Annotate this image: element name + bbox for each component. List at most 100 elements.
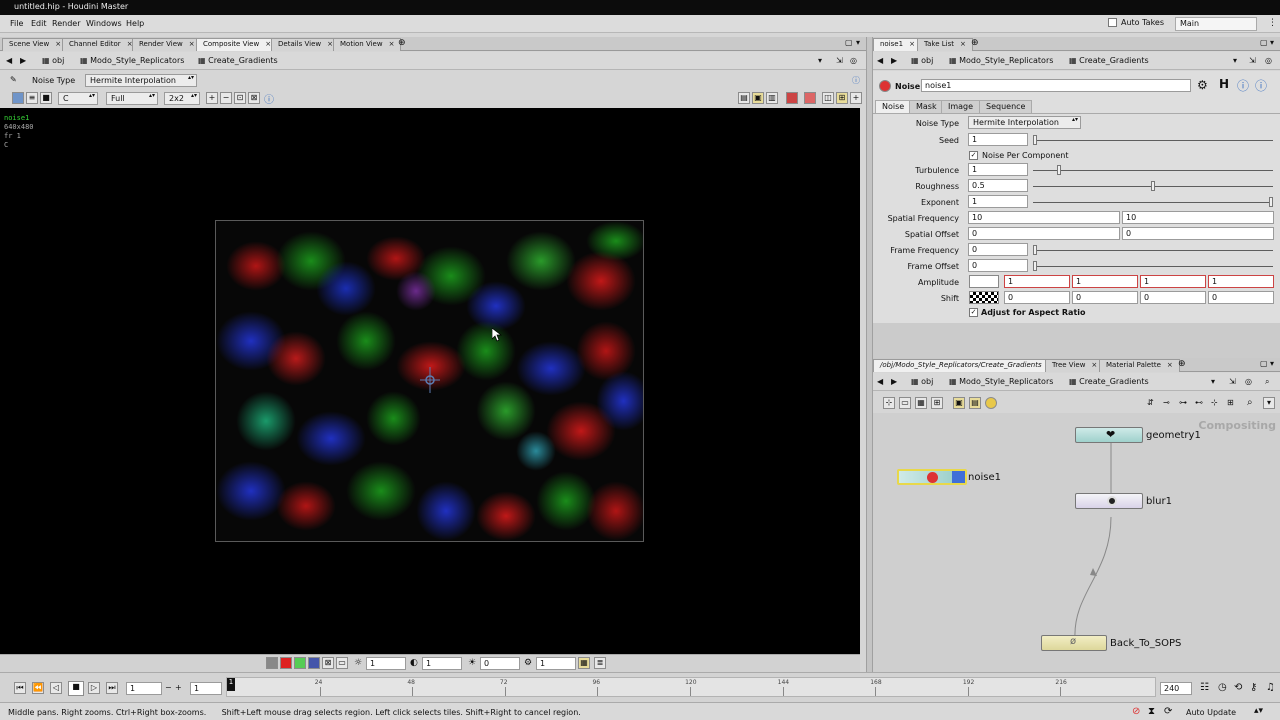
amplitude-color-swatch[interactable]	[969, 275, 999, 288]
obj-crumb[interactable]: ▦ obj	[42, 56, 64, 65]
tab-render-view[interactable]: Render View ×	[132, 38, 202, 51]
palette-icon[interactable]	[985, 397, 997, 409]
layout-icon[interactable]: ▤	[738, 92, 750, 104]
frame-decrement-icon[interactable]: −	[165, 683, 172, 692]
tab-details-view[interactable]: Details View ×	[271, 38, 340, 51]
handle-tool-icon[interactable]: ✎	[10, 75, 17, 84]
shift-r-field[interactable]: 0	[1004, 291, 1070, 304]
frame-offset-field[interactable]: 0	[968, 259, 1028, 272]
adjust-aspect-checkbox[interactable]: ✓	[969, 308, 978, 317]
realtime-icon[interactable]: ◷	[1218, 682, 1227, 693]
pin-icon[interactable]: ⇲	[1229, 377, 1236, 386]
pane-menu-icon[interactable]: ▾	[1270, 359, 1274, 368]
crumb-create-gradients[interactable]: ▦ Create_Gradients	[198, 56, 278, 65]
menu-help[interactable]: Help	[126, 19, 144, 28]
timeline-options-icon[interactable]: ☷	[1200, 682, 1209, 693]
auto-takes-checkbox[interactable]	[1108, 18, 1117, 27]
layout-icon[interactable]: ⇵	[1147, 398, 1154, 407]
path-dropdown-icon[interactable]: ▾	[1211, 377, 1215, 386]
pane-divider[interactable]	[866, 37, 873, 674]
amplitude-b-field[interactable]: 1	[1140, 275, 1206, 288]
grid-snap-icon[interactable]: ⊞	[1227, 398, 1234, 407]
select-tool-icon[interactable]	[12, 92, 24, 104]
connect-icon[interactable]: ⊸	[1163, 398, 1170, 407]
noise-type-dropdown[interactable]: Hermite Interpolation	[85, 74, 197, 87]
menu-file[interactable]: File	[10, 19, 23, 28]
tree-icon[interactable]: ⊶	[1179, 398, 1187, 407]
mode-icon[interactable]: ▣	[752, 92, 764, 104]
branch-icon[interactable]: ⊷	[1195, 398, 1203, 407]
update-mode-icon[interactable]: ▴▾	[1254, 706, 1263, 716]
path-dropdown-icon[interactable]: ▾	[1233, 56, 1237, 65]
crumb-replicators[interactable]: ▦ Modo_Style_Replicators	[949, 56, 1053, 65]
resolution-dropdown[interactable]: Full	[106, 92, 158, 105]
list-mode-icon[interactable]: ▭	[899, 397, 911, 409]
tile-dropdown[interactable]: 2x2	[164, 92, 200, 105]
zoom-fit-icon[interactable]: ⊡	[234, 92, 246, 104]
display-options-icon[interactable]: ≣	[594, 657, 606, 669]
noise1-node[interactable]	[897, 469, 967, 485]
amplitude-g-field[interactable]: 1	[1072, 275, 1138, 288]
shift-color-swatch[interactable]	[969, 291, 999, 304]
close-icon[interactable]: ×	[1091, 361, 1097, 369]
menu-edit[interactable]: Edit	[31, 19, 47, 28]
merge-icon[interactable]: ⊹	[1211, 398, 1218, 407]
crosshair-icon[interactable]	[420, 365, 440, 395]
tile-mode-icon[interactable]: ▦	[915, 397, 927, 409]
forward-arrow-icon[interactable]: ▶	[891, 56, 897, 65]
close-icon[interactable]: ×	[1167, 361, 1173, 369]
keys-icon[interactable]: ⚷	[1250, 682, 1257, 693]
subtab-sequence[interactable]: Sequence	[979, 100, 1033, 113]
noise-type-menu[interactable]: Hermite Interpolation	[968, 116, 1081, 129]
gamma-field[interactable]: 1	[422, 657, 462, 670]
help-icon[interactable]: ⓘ	[852, 75, 860, 86]
tab-motion-view[interactable]: Motion View ×	[333, 38, 402, 51]
crop-icon[interactable]: ⊠	[248, 92, 260, 104]
display-icon[interactable]: ■	[40, 92, 52, 104]
pane-menu-icon[interactable]: ▾	[856, 38, 860, 47]
tab-material-palette[interactable]: Material Palette ×	[1099, 359, 1180, 372]
blur1-node[interactable]	[1075, 493, 1143, 509]
histogram-icon[interactable]: ▦	[578, 657, 590, 669]
shift-a-field[interactable]: 0	[1208, 291, 1274, 304]
zoom-out-icon[interactable]: −	[220, 92, 232, 104]
spatial-offset-y-field[interactable]: 0	[1122, 227, 1274, 240]
search-icon[interactable]: ⌕	[1265, 377, 1269, 387]
zoom-in-icon[interactable]: +	[206, 92, 218, 104]
play-reverse-icon[interactable]: ◁	[50, 682, 62, 694]
exposure-field[interactable]: 1	[536, 657, 576, 670]
subtab-image[interactable]: Image	[941, 100, 981, 113]
exponent-slider-knob[interactable]	[1269, 197, 1273, 207]
path-dropdown-icon[interactable]: ▾	[818, 56, 822, 65]
crumb-create-gradients[interactable]: ▦ Create_Gradients	[1069, 56, 1149, 65]
seed-slider[interactable]	[1033, 140, 1273, 141]
red-channel-icon[interactable]	[280, 657, 292, 669]
pane-menu-icon[interactable]: ▾	[1270, 38, 1274, 47]
add-tab-icon[interactable]: ⊕	[1178, 359, 1186, 369]
link-icon[interactable]: ◎	[850, 56, 857, 65]
spatial-offset-x-field[interactable]: 0	[968, 227, 1120, 240]
houdini-h-icon[interactable]: H	[1219, 77, 1229, 91]
seed-field[interactable]: 1	[968, 133, 1028, 146]
add-tab-icon[interactable]: ⊕	[398, 38, 406, 48]
crumb-replicators[interactable]: ▦ Modo_Style_Replicators	[80, 56, 184, 65]
horizontal-divider[interactable]	[873, 323, 1280, 358]
turbulence-slider-knob[interactable]	[1056, 165, 1061, 175]
green-channel-icon[interactable]	[294, 657, 306, 669]
geometry1-node[interactable]: ❤	[1075, 427, 1143, 443]
maximize-icon[interactable]: ▢	[845, 38, 853, 47]
network-menu-icon[interactable]: ▾	[1263, 397, 1275, 409]
play-icon[interactable]: ▷	[88, 682, 100, 694]
end-frame-field[interactable]: 240	[1160, 682, 1192, 695]
thumbnail-icon[interactable]: ▣	[953, 397, 965, 409]
gear-icon[interactable]: ⚙	[1197, 78, 1208, 92]
split-icon[interactable]: ▥	[766, 92, 778, 104]
tab-tree-view[interactable]: Tree View ×	[1045, 359, 1105, 372]
shift-g-field[interactable]: 0	[1072, 291, 1138, 304]
menu-render[interactable]: Render	[52, 19, 80, 28]
crumb-create-gradients[interactable]: ▦ Create_Gradients	[1069, 377, 1149, 386]
timeline-ruler[interactable]: 1 24 48 72 96 120 144 168 192 216	[226, 677, 1156, 697]
close-icon[interactable]: ×	[389, 40, 395, 48]
jump-end-icon[interactable]: ⏭	[106, 682, 118, 694]
note-icon[interactable]: ▤	[969, 397, 981, 409]
